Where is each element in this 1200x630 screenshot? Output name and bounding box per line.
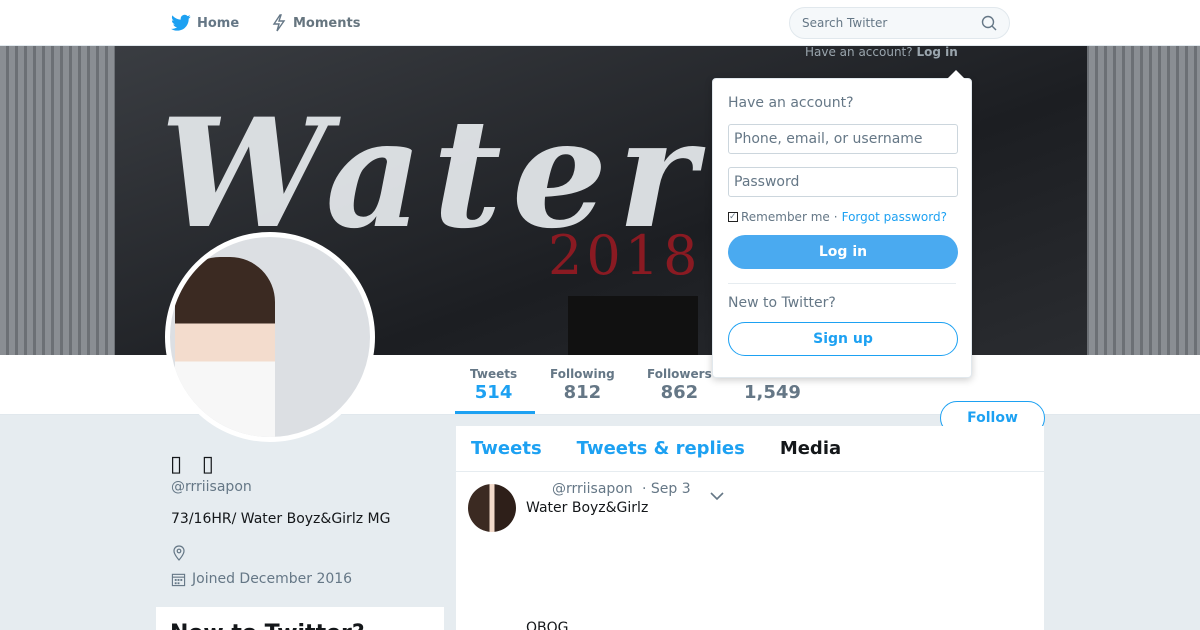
stat-label: Followers bbox=[647, 367, 712, 381]
forgot-password-link[interactable]: Forgot password? bbox=[842, 210, 947, 224]
banner-speaker bbox=[568, 296, 698, 355]
login-title: Have an account? bbox=[728, 95, 854, 111]
new-to-twitter-label: New to Twitter? bbox=[728, 295, 836, 311]
tab-media[interactable]: Media bbox=[780, 438, 841, 459]
have-account-prompt: Have an account? Log in bbox=[805, 45, 958, 59]
search-icon[interactable] bbox=[981, 15, 997, 31]
stat-following[interactable]: Following 812 bbox=[550, 367, 615, 403]
remember-label[interactable]: Remember me bbox=[741, 210, 830, 224]
login-dropdown: Have an account? Phone, email, or userna… bbox=[712, 70, 972, 378]
login-divider bbox=[728, 283, 956, 284]
nav-moments[interactable]: Moments bbox=[271, 0, 360, 46]
remember-checkbox[interactable]: ✓ bbox=[728, 212, 738, 222]
tweet-date[interactable]: · Sep 3 bbox=[642, 481, 691, 497]
top-navigation: Home Moments Search Twitter bbox=[0, 0, 1200, 46]
chevron-down-icon[interactable] bbox=[710, 486, 724, 505]
calendar-icon bbox=[171, 573, 186, 586]
profile-bio: 73/16HR/ Water Boyz&Girlz MG bbox=[171, 511, 391, 527]
stat-tweets[interactable]: Tweets 514 bbox=[470, 367, 517, 403]
joined-text: Joined December 2016 bbox=[192, 571, 353, 587]
new-to-twitter-box: New to Twitter? bbox=[156, 607, 444, 630]
have-account-text: Have an account? bbox=[805, 45, 913, 59]
stat-label: Following bbox=[550, 367, 615, 381]
nav-home[interactable]: Home bbox=[171, 0, 239, 46]
username-field[interactable]: Phone, email, or username bbox=[728, 124, 958, 154]
search-placeholder: Search Twitter bbox=[802, 16, 888, 30]
tab-tweets[interactable]: Tweets bbox=[471, 438, 542, 459]
banner-year: 2018 bbox=[548, 224, 702, 287]
joined-date: Joined December 2016 bbox=[171, 571, 352, 587]
timeline-tabs: Tweets Tweets & replies Media bbox=[456, 426, 1044, 472]
lightning-icon bbox=[272, 14, 286, 32]
stat-value: 862 bbox=[660, 382, 699, 403]
tweet-handle[interactable]: @rrriisapon bbox=[552, 481, 633, 497]
nav-home-label: Home bbox=[197, 15, 240, 31]
twitter-bird-icon bbox=[171, 14, 191, 31]
tab-tweets-replies[interactable]: Tweets & replies bbox=[577, 438, 745, 459]
profile-name: ▯ ▯ bbox=[170, 452, 220, 477]
password-field[interactable]: Password bbox=[728, 167, 958, 197]
active-stat-underline bbox=[455, 411, 535, 414]
nav-moments-label: Moments bbox=[293, 15, 361, 31]
stat-value: 514 bbox=[474, 382, 513, 403]
avatar[interactable] bbox=[165, 232, 375, 442]
login-button[interactable]: Log in bbox=[728, 235, 958, 269]
avatar-photo-right bbox=[265, 247, 370, 437]
tweet-text-continued: QBQG bbox=[526, 620, 569, 630]
separator-dot: · bbox=[833, 210, 838, 224]
timeline: Tweets Tweets & replies Media bbox=[456, 426, 1044, 630]
profile-handle: @rrriisapon bbox=[171, 479, 252, 495]
stat-followers[interactable]: Followers 862 bbox=[647, 367, 712, 403]
username-placeholder: Phone, email, or username bbox=[734, 131, 923, 147]
avatar-photo-left bbox=[175, 257, 275, 437]
login-link[interactable]: Log in bbox=[916, 45, 957, 59]
tweet-avatar[interactable] bbox=[468, 484, 516, 532]
stat-value: 1,549 bbox=[744, 382, 801, 403]
stat-value: 812 bbox=[563, 382, 602, 403]
tweet-text: Water Boyz&Girlz bbox=[526, 500, 649, 516]
search-input[interactable]: Search Twitter bbox=[789, 7, 1010, 39]
stat-label: Tweets bbox=[470, 367, 518, 381]
signup-button[interactable]: Sign up bbox=[728, 322, 958, 356]
new-to-twitter-heading: New to Twitter? bbox=[170, 621, 365, 630]
password-placeholder: Password bbox=[734, 174, 800, 190]
location-icon bbox=[171, 545, 187, 565]
remember-row: ✓ Remember me · Forgot password? bbox=[728, 210, 956, 224]
